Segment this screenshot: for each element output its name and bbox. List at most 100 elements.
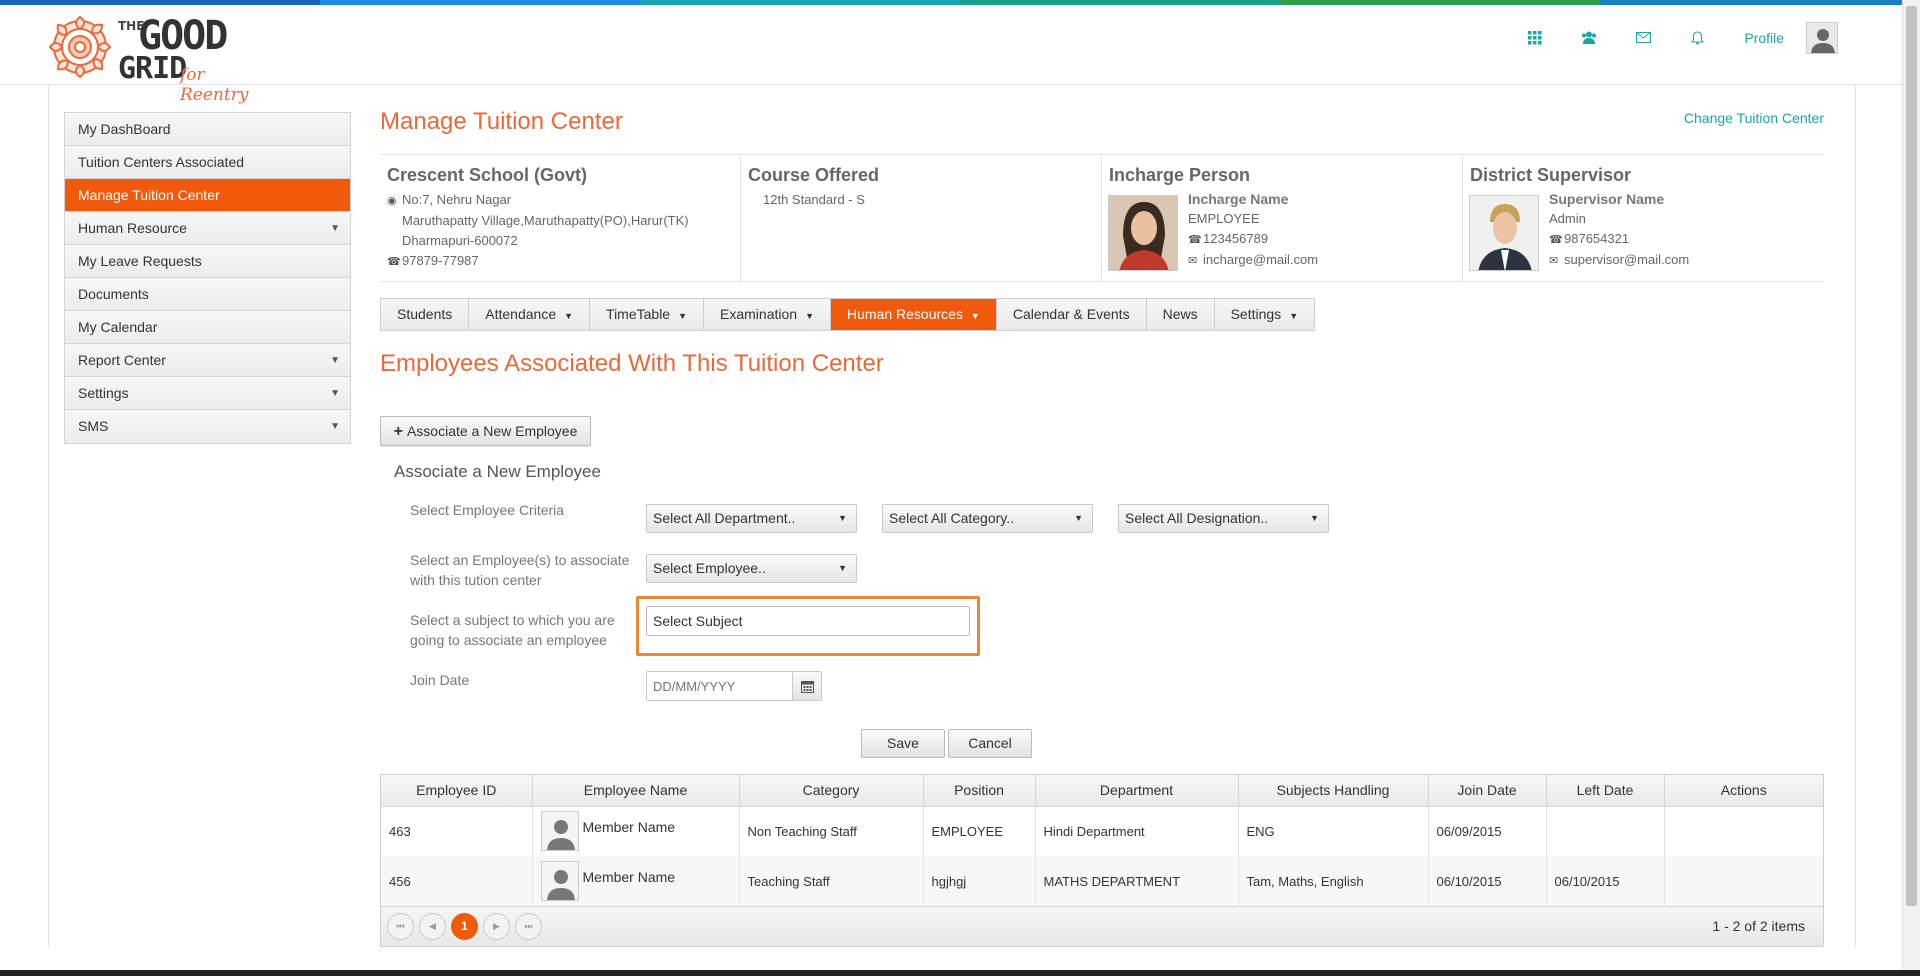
employee-dropdown[interactable]: Select Employee.. ▼ (646, 554, 857, 583)
sidebar-item-settings[interactable]: Settings ▼ (65, 377, 350, 410)
column-header[interactable]: Position (923, 775, 1036, 807)
school-name: Crescent School (Govt) (387, 165, 588, 185)
subject-input[interactable] (646, 606, 970, 636)
incharge-email: ✉ incharge@mail.com (1188, 250, 1318, 271)
tab-label: Examination (720, 306, 798, 322)
scrollbar-thumb[interactable] (1906, 6, 1917, 906)
calendar-icon[interactable] (793, 671, 822, 701)
supervisor-role: Admin (1549, 211, 1586, 226)
school-info: Crescent School (Govt) ◉ No:7, Nehru Naga… (380, 155, 741, 281)
sidebar-item-label: Settings (78, 385, 129, 401)
sidebar-item-manage-tuition-center[interactable]: Manage Tuition Center (65, 179, 350, 212)
supervisor-phone: ☎987654321 (1549, 229, 1689, 250)
member-name: Member Name (582, 819, 676, 836)
sidebar-item-my-dashboard[interactable]: My DashBoard (65, 113, 350, 146)
employees-grid: Employee ID Employee Name Category Position… (380, 774, 1824, 947)
cell-left (1546, 806, 1665, 856)
column-header[interactable]: Employee ID (381, 775, 533, 807)
cell-subjects: ENG (1238, 806, 1429, 856)
caret-down-icon: ▼ (805, 311, 814, 321)
column-header[interactable]: Actions (1664, 775, 1823, 807)
page-title: Manage Tuition Center (380, 108, 623, 135)
tab-students[interactable]: Students (381, 299, 470, 330)
plus-icon: + (393, 423, 403, 440)
column-header[interactable]: Department (1035, 775, 1239, 807)
column-header[interactable]: Join Date (1428, 775, 1547, 807)
prev-page-icon[interactable]: ◀ (419, 913, 446, 940)
sidebar-item-my-calendar[interactable]: My Calendar (65, 311, 350, 344)
tab-examination[interactable]: Examination ▼ (704, 299, 831, 330)
sidebar-item-documents[interactable]: Documents (65, 278, 350, 311)
cell-left: 06/10/2015 (1546, 856, 1665, 906)
tab-timetable[interactable]: TimeTable ▼ (590, 299, 705, 330)
cell-join: 06/09/2015 (1428, 806, 1547, 856)
table-row[interactable]: 456 Member Name Teaching Staff hgjhgj MATHS … (381, 856, 1823, 906)
caret-down-icon: ▼ (330, 355, 340, 366)
incharge-role: EMPLOYEE (1188, 211, 1260, 226)
profile-link[interactable]: Profile (1744, 30, 1784, 46)
pager-info: 1 - 2 of 2 items (1712, 918, 1805, 934)
cell-id: 463 (381, 806, 533, 856)
sidebar-item-sms[interactable]: SMS ▼ (65, 410, 350, 443)
caret-down-icon: ▼ (1074, 513, 1083, 523)
cancel-button[interactable]: Cancel (948, 729, 1032, 758)
column-header[interactable]: Category (739, 775, 924, 807)
caret-down-icon: ▼ (838, 513, 847, 523)
tab-news[interactable]: News (1146, 299, 1215, 330)
change-tuition-center-link[interactable]: Change Tuition Center (1684, 110, 1824, 126)
member-name: Member Name (582, 869, 676, 885)
tab-settings[interactable]: Settings ▼ (1214, 299, 1315, 330)
sidebar-item-report-center[interactable]: Report Center ▼ (65, 344, 350, 377)
save-button[interactable]: Save (861, 729, 945, 758)
category-dropdown[interactable]: Select All Category.. ▼ (882, 504, 1093, 533)
current-page-button[interactable]: 1 (451, 913, 478, 940)
sidebar-item-tuition-centers-associated[interactable]: Tuition Centers Associated (65, 146, 350, 179)
supervisor-heading: District Supervisor (1470, 165, 1632, 185)
logo[interactable]: THE GOOD GRID for Reentry (46, 13, 266, 105)
tab-calendar-events[interactable]: Calendar & Events (996, 299, 1147, 330)
page-scrollbar[interactable] (1902, 0, 1920, 976)
tab-label: Students (397, 306, 453, 322)
first-page-icon[interactable]: ⏮ (387, 913, 414, 940)
cell-category: Non Teaching Staff (739, 806, 924, 856)
designation-dropdown[interactable]: Select All Designation.. ▼ (1118, 504, 1329, 533)
last-page-icon[interactable]: ⏭ (515, 913, 542, 940)
tab-attendance[interactable]: Attendance ▼ (469, 299, 591, 330)
sidebar-item-my-leave-requests[interactable]: My Leave Requests (65, 245, 350, 278)
sidebar-item-label: Tuition Centers Associated (78, 154, 245, 170)
cell-join: 06/10/2015 (1428, 856, 1547, 906)
user-placeholder-icon (540, 811, 579, 852)
users-icon[interactable] (1562, 18, 1616, 58)
incharge-name: Incharge Name (1188, 191, 1289, 207)
join-date-input[interactable] (646, 671, 793, 701)
logo-grid-text: GRID (118, 51, 187, 86)
tab-label: TimeTable (606, 306, 671, 322)
avatar[interactable] (1806, 21, 1838, 54)
associate-new-employee-button[interactable]: + Associate a New Employee (380, 416, 591, 446)
sidebar-item-human-resource[interactable]: Human Resource ▼ (65, 212, 350, 245)
column-header[interactable]: Left Date (1546, 775, 1665, 807)
mail-icon[interactable] (1616, 18, 1670, 58)
school-address-1: ◉ No:7, Nehru Nagar (387, 190, 733, 211)
column-header[interactable]: Subjects Handling (1238, 775, 1429, 807)
column-header[interactable]: Employee Name (532, 775, 740, 807)
cell-name: Member Name (532, 856, 740, 906)
supervisor-name: Supervisor Name (1549, 191, 1665, 207)
tab-human-resources[interactable]: Human Resources ▼ (830, 299, 997, 330)
supervisor-photo (1469, 195, 1539, 271)
course-value: 12th Standard - S (763, 192, 865, 207)
sidebar-item-label: Report Center (78, 352, 166, 368)
cell-actions (1664, 856, 1823, 906)
apps-grid-icon[interactable] (1508, 18, 1562, 58)
incharge-details: Incharge Name EMPLOYEE ☎123456789 ✉ incha… (1188, 189, 1318, 271)
caret-down-icon: ▼ (1310, 513, 1319, 523)
bell-icon[interactable] (1670, 18, 1724, 58)
incharge-phone: ☎123456789 (1188, 229, 1318, 250)
table-row[interactable]: 463 Member Name Non Teaching Staff EMPLOYEE… (381, 806, 1823, 856)
caret-down-icon: ▼ (970, 311, 980, 321)
tab-label: Human Resources (846, 306, 963, 322)
caret-down-icon: ▼ (330, 223, 340, 234)
next-page-icon[interactable]: ▶ (483, 913, 510, 940)
department-dropdown[interactable]: Select All Department.. ▼ (646, 504, 857, 533)
cell-position: hgjhgj (923, 856, 1036, 906)
